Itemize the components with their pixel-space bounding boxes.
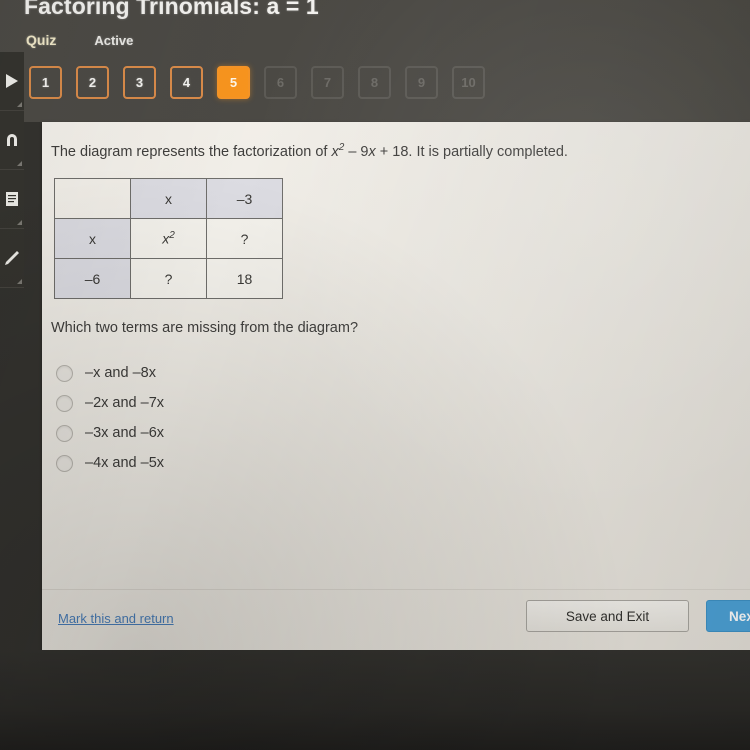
pager-item-2[interactable]: 2 bbox=[76, 66, 109, 99]
question-card: The diagram represents the factorization… bbox=[42, 122, 750, 650]
pencil-icon bbox=[0, 229, 24, 287]
desk-background bbox=[0, 650, 750, 750]
activity-state-label: Active bbox=[94, 33, 134, 48]
pager-item-10: 10 bbox=[452, 66, 485, 99]
question-stem-expression-rest: – 9x + 18 bbox=[344, 143, 409, 160]
pager-item-7: 7 bbox=[311, 66, 344, 99]
option-label-2: –2x and –7x bbox=[85, 395, 165, 411]
app-header: Factoring Trinomials: a = 1 Quiz Active … bbox=[0, 0, 750, 122]
page-title: Factoring Trinomials: a = 1 bbox=[24, 0, 319, 19]
table-row: x x2 ? bbox=[54, 218, 283, 259]
grid-col-header-2: –3 bbox=[206, 178, 283, 219]
activity-status-row: Quiz Active bbox=[26, 32, 133, 48]
radio-button-4[interactable] bbox=[56, 454, 73, 472]
grid-cell-r1c1: x2 bbox=[130, 218, 207, 259]
grid-corner-blank bbox=[54, 178, 131, 219]
option-row-2[interactable]: –2x and –7x bbox=[56, 388, 164, 418]
question-pager: 1 2 3 4 5 6 7 8 9 10 bbox=[29, 66, 485, 99]
grid-row-header-1: x bbox=[54, 218, 131, 259]
grid-col-header-1: x bbox=[130, 178, 207, 219]
factorization-diagram: x –3 x x2 ? –6 ? 18 bbox=[54, 178, 283, 299]
pager-item-3[interactable]: 3 bbox=[123, 66, 156, 99]
pager-item-1[interactable]: 1 bbox=[29, 66, 62, 99]
question-prompt: Which two terms are missing from the dia… bbox=[51, 320, 359, 336]
pager-item-9: 9 bbox=[405, 66, 438, 99]
option-label-4: –4x and –5x bbox=[85, 455, 165, 471]
radio-button-2[interactable] bbox=[56, 394, 73, 412]
quiz-screen: Factoring Trinomials: a = 1 Quiz Active … bbox=[0, 0, 750, 750]
radio-button-3[interactable] bbox=[56, 424, 73, 442]
option-row-4[interactable]: –4x and –5x bbox=[56, 448, 164, 478]
question-stem-after: . It is partially completed. bbox=[408, 143, 568, 160]
magnet-icon bbox=[0, 111, 24, 169]
option-label-1: –x and –8x bbox=[85, 365, 156, 381]
factorization-table: x –3 x x2 ? –6 ? 18 bbox=[54, 178, 283, 299]
question-stem-before: The diagram represents the factorization… bbox=[51, 143, 332, 160]
option-row-1[interactable]: –x and –8x bbox=[56, 358, 164, 388]
save-and-exit-button[interactable]: Save and Exit bbox=[526, 600, 689, 632]
activity-type-label: Quiz bbox=[26, 32, 57, 48]
option-label-3: –3x and –6x bbox=[85, 425, 165, 441]
table-row: –6 ? 18 bbox=[54, 258, 283, 299]
mark-this-and-return-link[interactable]: Mark this and return bbox=[58, 611, 174, 626]
play-arrow-icon bbox=[0, 52, 24, 110]
question-stem-variable: x bbox=[331, 143, 339, 160]
toolbar-cell-document[interactable] bbox=[0, 170, 24, 229]
toolbar-cell-play[interactable] bbox=[0, 52, 24, 111]
grid-cell-r1c2: ? bbox=[206, 218, 283, 259]
pager-item-8: 8 bbox=[358, 66, 391, 99]
document-icon bbox=[0, 170, 24, 228]
question-stem: The diagram represents the factorization… bbox=[51, 142, 568, 160]
toolbar-cell-pencil[interactable] bbox=[0, 229, 24, 288]
next-button[interactable]: Next bbox=[706, 600, 750, 632]
card-footer: Mark this and return Save and Exit Next bbox=[42, 589, 750, 650]
pager-item-5[interactable]: 5 bbox=[217, 66, 250, 99]
grid-cell-r2c2: 18 bbox=[206, 258, 283, 299]
grid-cell-r2c1: ? bbox=[130, 258, 207, 299]
left-toolbar-strip bbox=[0, 52, 24, 288]
answer-options: –x and –8x –2x and –7x –3x and –6x –4x a… bbox=[56, 358, 164, 478]
radio-button-1[interactable] bbox=[56, 364, 73, 382]
grid-row-header-2: –6 bbox=[54, 258, 131, 299]
pager-item-6: 6 bbox=[264, 66, 297, 99]
option-row-3[interactable]: –3x and –6x bbox=[56, 418, 164, 448]
table-row-header: x –3 bbox=[54, 178, 283, 219]
pager-item-4[interactable]: 4 bbox=[170, 66, 203, 99]
toolbar-cell-magnet[interactable] bbox=[0, 111, 24, 170]
